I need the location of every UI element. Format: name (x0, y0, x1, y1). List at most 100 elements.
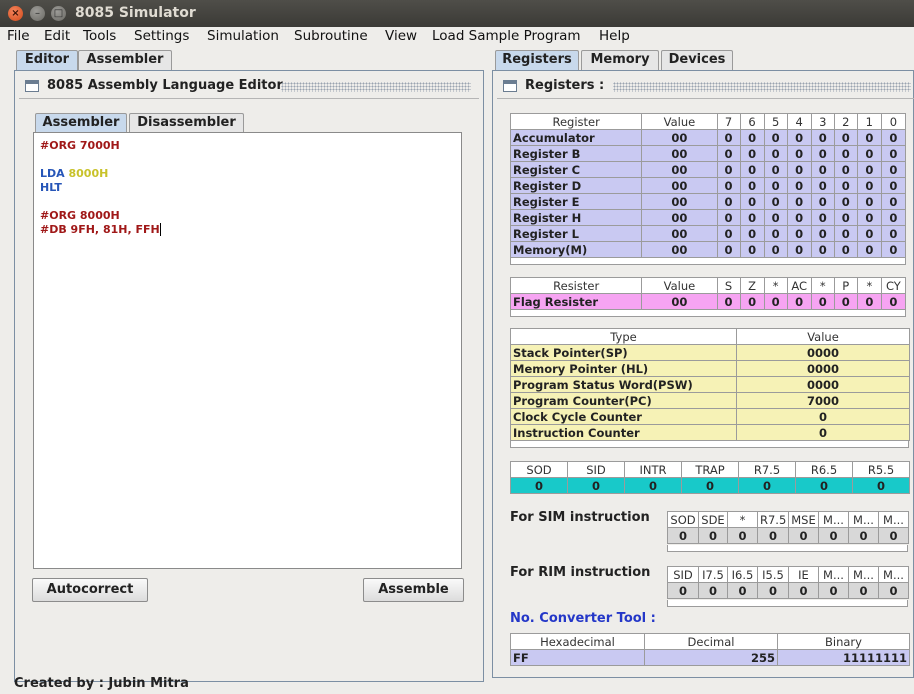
table-cell[interactable]: 00 (641, 209, 718, 226)
table-cell: 0 (624, 477, 682, 494)
table-cell[interactable]: 7000 (736, 392, 910, 409)
tab-assembler[interactable]: Assembler (78, 50, 172, 70)
table-cell: 0 (788, 527, 819, 544)
table-cell: 0 (727, 582, 758, 599)
decimal-field[interactable]: 255 (644, 649, 778, 666)
table-cell: 0 (833, 293, 858, 310)
interrupt-table: SOD SID INTR TRAP R7.5 R6.5 R5.5 0 0 0 0 0 0 0 (510, 461, 910, 494)
type-row: Instruction Counter 0 (510, 424, 910, 441)
hexadecimal-field[interactable]: FF (510, 649, 645, 666)
column-header: * (763, 277, 788, 294)
table-cell: 0 (810, 293, 835, 310)
tab-editor-disassembler[interactable]: Disassembler (129, 113, 244, 133)
table-cell: 0 (667, 582, 699, 599)
register-row: Accumulator 00 0 0 0 0 0 0 0 0 (509, 129, 907, 146)
table-cell[interactable]: 0000 (736, 376, 910, 393)
editor-frame-title: 8085 Assembly Language Editor (47, 78, 283, 93)
table-cell[interactable]: 0000 (736, 360, 910, 377)
tab-memory[interactable]: Memory (581, 50, 659, 70)
frame-window-icon (503, 80, 517, 92)
table-cell: 0 (739, 129, 765, 146)
tab-registers[interactable]: Registers (495, 50, 579, 70)
rim-instruction-label: For RIM instruction (510, 565, 651, 580)
table-cell: 0 (880, 241, 907, 258)
table-cell: 0 (818, 527, 849, 544)
editor-frame-titlebar: 8085 Assembly Language Editor (19, 75, 479, 99)
table-cell[interactable]: 00 (641, 193, 718, 210)
title-bar: × – □ 8085 Simulator (0, 0, 914, 27)
menu-simulation[interactable]: Simulation (207, 28, 279, 44)
table-cell: 0 (763, 177, 788, 194)
column-header: R5.5 (852, 461, 910, 478)
table-cell: 0 (716, 145, 741, 162)
table-cell: 0 (763, 129, 788, 146)
menu-help[interactable]: Help (599, 28, 630, 44)
assemble-button[interactable]: Assemble (363, 578, 464, 602)
table-cell[interactable]: 00 (641, 293, 718, 310)
table-cell[interactable]: 00 (641, 145, 718, 162)
table-cell: 0 (856, 177, 882, 194)
column-header: Hexadecimal (510, 633, 645, 650)
window-title: 8085 Simulator (75, 5, 196, 21)
frame-drag-grip[interactable] (613, 82, 911, 92)
table-cell: Register B (509, 145, 643, 162)
table-cell: 0 (810, 161, 835, 178)
table-cell: 0 (833, 177, 858, 194)
close-window-button[interactable]: × (8, 6, 23, 21)
code-token: HLT (40, 181, 62, 194)
code-token: #DB 9FH, 81H, FFH (40, 223, 160, 236)
table-cell: 0 (833, 241, 858, 258)
column-header: P (833, 277, 858, 294)
table-cell: 0 (880, 225, 907, 242)
menu-settings[interactable]: Settings (134, 28, 189, 44)
table-cell[interactable]: 0000 (736, 344, 910, 361)
rim-table: SID I7.5 I6.5 I5.5 IE M... M... M... 0 0 0 0 0 0 0 0 (667, 566, 909, 599)
binary-field[interactable]: 11111111 (777, 649, 910, 666)
table-cell: 0 (810, 193, 835, 210)
table-cell[interactable]: 00 (641, 161, 718, 178)
table-cell[interactable]: 0 (736, 408, 910, 425)
column-header: SOD (667, 511, 699, 528)
menu-load-sample-program[interactable]: Load Sample Program (432, 28, 581, 44)
menu-view[interactable]: View (385, 28, 417, 44)
table-cell: 0 (848, 582, 879, 599)
table-cell[interactable]: 00 (641, 177, 718, 194)
table-cell: 0 (810, 145, 835, 162)
type-row: Stack Pointer(SP) 0000 (510, 344, 910, 361)
column-header: SOD (510, 461, 568, 478)
table-cell: 0 (786, 209, 812, 226)
table-cell: 0 (880, 129, 907, 146)
table-cell[interactable]: 00 (641, 225, 718, 242)
table-cell: 0 (848, 527, 879, 544)
table-cell: 0 (795, 477, 853, 494)
tab-devices[interactable]: Devices (661, 50, 733, 70)
type-row: Program Status Word(PSW) 0000 (510, 376, 910, 393)
menu-subroutine[interactable]: Subroutine (294, 28, 368, 44)
code-editor-textarea[interactable]: #ORG 7000H LDA 8000H HLT #ORG 8000H #DB 9FH,… (33, 132, 462, 569)
column-header: * (727, 511, 758, 528)
table-cell[interactable]: 0 (736, 424, 910, 441)
register-row: Register E 00 0 0 0 0 0 0 0 0 (509, 193, 907, 210)
table-cell: 0 (833, 145, 858, 162)
table-cell: 0 (878, 582, 909, 599)
column-header: Value (641, 277, 718, 294)
table-cell[interactable]: 00 (641, 241, 718, 258)
table-padding (510, 258, 906, 265)
menu-tools[interactable]: Tools (83, 28, 116, 44)
menu-file[interactable]: File (7, 28, 30, 44)
column-header: Register (509, 113, 643, 130)
menu-edit[interactable]: Edit (44, 28, 70, 44)
column-header: IE (788, 566, 819, 583)
table-cell: 0 (716, 293, 741, 310)
tab-editor[interactable]: Editor (16, 50, 78, 70)
menu-bar: File Edit Tools Settings Simulation Subr… (0, 27, 914, 47)
minimize-window-button[interactable]: – (30, 6, 45, 21)
tab-editor-assembler[interactable]: Assembler (35, 113, 127, 133)
code-line: HLT (40, 181, 62, 194)
register-row: Register H 00 0 0 0 0 0 0 0 0 (509, 209, 907, 226)
table-cell[interactable]: 00 (641, 129, 718, 146)
table-cell: 0 (878, 527, 909, 544)
autocorrect-button[interactable]: Autocorrect (32, 578, 148, 602)
maximize-window-button[interactable]: □ (51, 6, 66, 21)
frame-drag-grip[interactable] (281, 82, 471, 92)
